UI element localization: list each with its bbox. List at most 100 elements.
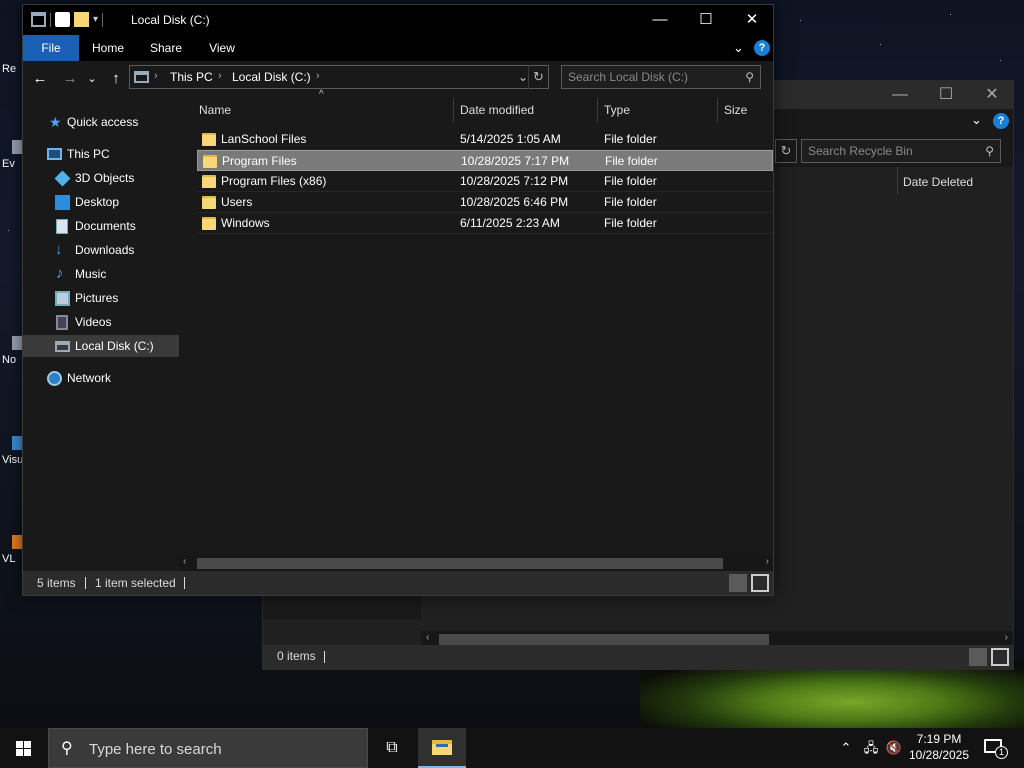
tab-file[interactable]: File — [23, 35, 79, 61]
column-separator[interactable] — [717, 97, 718, 123]
maximize-button[interactable]: ☐ — [923, 81, 969, 109]
breadcrumb-chevron-icon[interactable]: › — [316, 70, 320, 82]
nav-quick-access[interactable]: ★ Quick access — [23, 111, 179, 133]
desktop-icon-no[interactable]: No — [2, 336, 24, 366]
details-view-button[interactable] — [969, 648, 987, 666]
details-view-button[interactable] — [729, 574, 747, 592]
taskbar-search-placeholder: Type here to search — [89, 741, 222, 758]
folder-icon — [202, 195, 216, 209]
ribbon-expand-icon[interactable]: ⌄ — [971, 112, 982, 128]
volume-muted-icon[interactable]: 🔇 — [884, 728, 904, 768]
file-row-selected[interactable]: Program Files 10/28/2025 7:17 PM File fo… — [197, 150, 773, 171]
breadcrumb-local-disk[interactable]: Local Disk (C:) — [232, 70, 311, 84]
nav-label: Pictures — [75, 291, 119, 305]
breadcrumb-chevron-icon[interactable]: › — [218, 70, 222, 82]
nav-downloads[interactable]: ↓ Downloads — [23, 239, 179, 261]
show-hidden-icons-button[interactable]: ⌃ — [836, 728, 856, 768]
close-button[interactable]: ✕ — [969, 81, 1015, 109]
desktop-icon-recycle-bin[interactable]: Re — [2, 45, 24, 75]
help-icon[interactable]: ? — [993, 113, 1009, 129]
file-row[interactable]: Windows 6/11/2025 2:23 AM File folder — [197, 213, 773, 234]
refresh-button[interactable]: ↻ — [528, 65, 548, 89]
search-placeholder: Search Recycle Bin — [808, 144, 913, 158]
search-input[interactable]: Search Local Disk (C:) ⚲ — [561, 65, 761, 89]
close-button[interactable]: ✕ — [729, 5, 775, 35]
taskbar-search-box[interactable]: ⚲ Type here to search — [48, 728, 368, 768]
tab-home[interactable]: Home — [85, 35, 131, 61]
column-header-name[interactable]: Name — [199, 97, 231, 123]
scroll-left-icon[interactable]: ‹ — [426, 632, 429, 643]
nav-this-pc[interactable]: This PC — [23, 143, 179, 165]
taskbar-file-explorer[interactable] — [418, 728, 466, 768]
minimize-button[interactable]: — — [877, 81, 923, 109]
downloads-icon: ↓ — [55, 241, 63, 258]
nav-network[interactable]: Network — [23, 367, 179, 389]
nav-music[interactable]: ♪ Music — [23, 263, 179, 285]
forward-button[interactable]: → — [59, 67, 81, 91]
nav-label: Documents — [75, 219, 136, 233]
windows-logo-icon — [16, 741, 31, 756]
breadcrumb-this-pc[interactable]: This PC — [170, 70, 213, 84]
new-folder-icon[interactable] — [74, 12, 89, 27]
horizontal-scrollbar[interactable]: ‹ › — [179, 555, 773, 572]
column-header-date-modified[interactable]: Date modified — [460, 97, 534, 123]
scroll-left-icon[interactable]: ‹ — [183, 556, 186, 567]
system-clock[interactable]: 7:19 PM 10/28/2025 — [904, 731, 974, 763]
window-title: Local Disk (C:) — [131, 13, 210, 27]
desktop-icon-vlc[interactable]: VL — [2, 535, 24, 565]
file-list: ^ Name Date modified Type Size LanSchool… — [179, 89, 773, 573]
file-row[interactable]: Program Files (x86) 10/28/2025 7:12 PM F… — [197, 171, 773, 192]
computer-icon — [47, 148, 62, 160]
column-separator[interactable] — [453, 97, 454, 123]
action-center-button[interactable]: 1 — [978, 728, 1012, 768]
large-icons-view-button[interactable] — [991, 648, 1009, 666]
desktop-icon-ev[interactable]: Ev — [2, 140, 24, 170]
customize-toolbar-icon[interactable]: ▾ — [93, 14, 98, 25]
scrollbar-thumb[interactable] — [197, 558, 723, 569]
file-row[interactable]: Users 10/28/2025 6:46 PM File folder — [197, 192, 773, 213]
address-dropdown-icon[interactable]: ⌄ — [518, 70, 528, 84]
tab-share[interactable]: Share — [143, 35, 189, 61]
column-header-type[interactable]: Type — [604, 97, 630, 123]
scroll-right-icon[interactable]: › — [1005, 632, 1008, 643]
desktop-icon-visual-studio[interactable]: Visu — [2, 436, 24, 466]
title-bar[interactable]: ▾ Local Disk (C:) — ☐ ✕ — [23, 5, 773, 35]
nav-pictures[interactable]: Pictures — [23, 287, 179, 309]
scrollbar-thumb[interactable] — [439, 634, 769, 645]
tab-view[interactable]: View — [199, 35, 245, 61]
column-header-size[interactable]: Size — [724, 97, 747, 123]
back-button[interactable]: ← — [29, 67, 51, 91]
desktop-icon-label: Visu — [2, 454, 24, 466]
recent-locations-button[interactable]: ⌄ — [85, 67, 99, 91]
folder-icon-band — [436, 744, 448, 747]
help-icon[interactable]: ? — [754, 40, 770, 56]
star-icon: ★ — [49, 114, 62, 130]
status-separator — [184, 577, 185, 589]
column-separator[interactable] — [597, 97, 598, 123]
task-view-button[interactable]: ⧉ — [368, 728, 416, 768]
column-header-date-deleted[interactable]: Date Deleted — [903, 175, 973, 189]
nav-label: Downloads — [75, 243, 135, 257]
nav-3d-objects[interactable]: 3D Objects — [23, 167, 179, 189]
address-bar[interactable]: › This PC › Local Disk (C:) › ⌄ ↻ — [129, 65, 549, 89]
scroll-right-icon[interactable]: › — [766, 556, 769, 567]
file-row[interactable]: LanSchool Files 5/14/2025 1:05 AM File f… — [197, 129, 773, 150]
minimize-button[interactable]: — — [637, 5, 683, 35]
nav-desktop[interactable]: Desktop — [23, 191, 179, 213]
nav-label: Desktop — [75, 195, 120, 209]
network-icon[interactable]: 🖧 — [860, 728, 882, 768]
refresh-button[interactable]: ↻ — [775, 139, 797, 163]
nav-documents[interactable]: Documents — [23, 215, 179, 237]
start-button[interactable] — [0, 728, 48, 768]
properties-icon[interactable] — [55, 12, 70, 27]
maximize-button[interactable]: ☐ — [683, 5, 729, 35]
large-icons-view-button[interactable] — [751, 574, 769, 592]
desktop-folder-icon — [55, 195, 70, 210]
nav-local-disk[interactable]: Local Disk (C:) — [23, 335, 179, 357]
file-explorer-window[interactable]: ▾ Local Disk (C:) — ☐ ✕ File Home Share … — [22, 4, 774, 596]
file-name: Program Files — [222, 154, 297, 168]
nav-videos[interactable]: Videos — [23, 311, 179, 333]
ribbon-expand-icon[interactable]: ⌄ — [733, 40, 744, 56]
up-button[interactable]: ↑ — [105, 67, 127, 91]
recycle-bin-search-input[interactable]: Search Recycle Bin ⚲ — [801, 139, 1001, 163]
